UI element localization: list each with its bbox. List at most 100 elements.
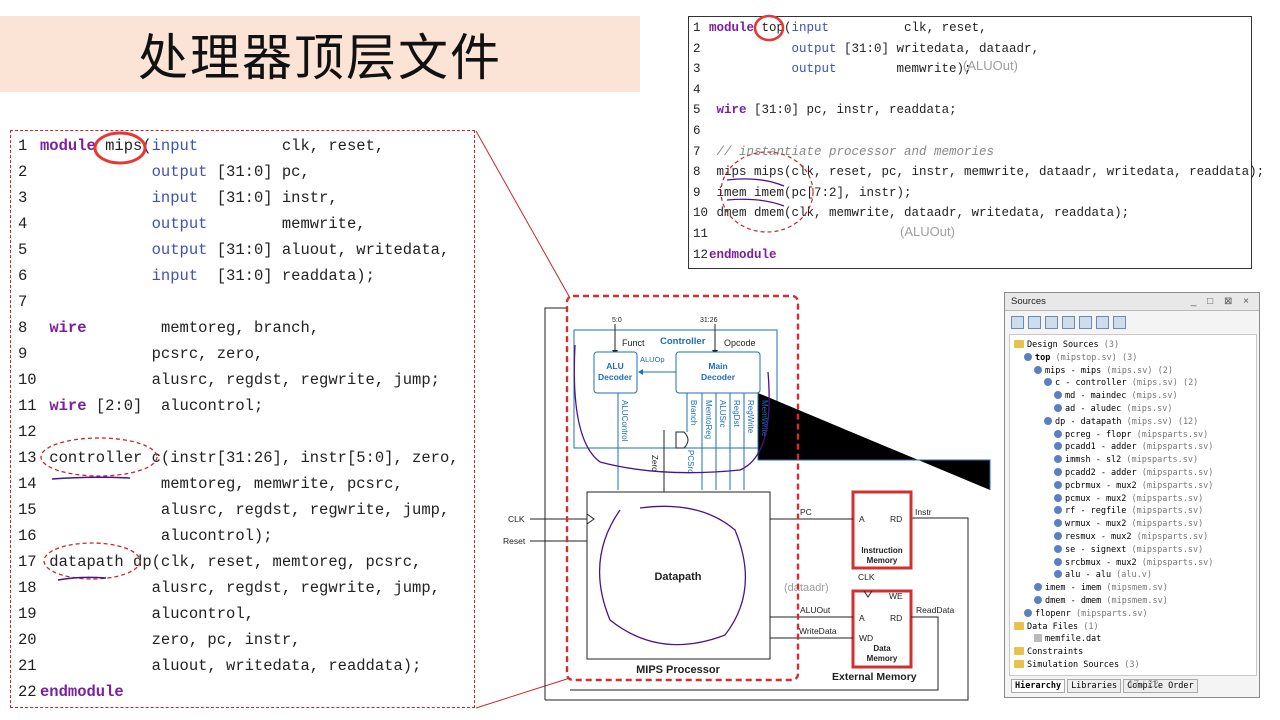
alu-decoder-1: ALU: [606, 361, 623, 371]
tree-item[interactable]: dmem - dmem (mipsmem.sv): [1034, 595, 1168, 608]
module-icon: [1024, 352, 1032, 361]
tree-item-label: srcbmux - mux2: [1065, 557, 1137, 568]
tree-item[interactable]: Design Sources (3): [1014, 339, 1119, 352]
add-sources-icon[interactable]: [1062, 315, 1075, 329]
main-decoder-2: Decoder: [701, 372, 736, 382]
hierarchy-update-icon[interactable]: [1079, 315, 1092, 329]
sig-regwrite: RegWrite: [746, 400, 755, 434]
tree-item-file: (mips.sv): [1126, 391, 1178, 402]
tree-item-label: pcadd1 - adder: [1065, 442, 1137, 453]
tree-item-label: alu - alu: [1065, 570, 1112, 581]
tab-libraries[interactable]: Libraries: [1067, 679, 1122, 693]
module-icon: [1054, 442, 1062, 451]
sig-branch: Branch: [689, 400, 698, 425]
tree-item[interactable]: pcadd2 - adder (mipsparts.sv): [1054, 467, 1213, 480]
zero-label: Zero: [650, 455, 659, 472]
folder-icon: [1014, 660, 1024, 668]
aluop-label: ALUOp: [640, 355, 665, 364]
tree-item[interactable]: pcadd1 - adder (mipsparts.sv): [1054, 441, 1213, 454]
tree-item-label: Simulation Sources: [1027, 660, 1120, 670]
tree-item-label: flopenr: [1035, 608, 1071, 619]
dmem-rd: RD: [890, 613, 902, 623]
module-icon: [1054, 455, 1062, 464]
tree-item-file: (mipsparts.sv): [1126, 493, 1204, 504]
datapath-label: Datapath: [654, 571, 701, 583]
tree-item[interactable]: se - signext (mipsparts.sv): [1054, 544, 1203, 557]
dmem-wd: WD: [859, 633, 873, 643]
tree-item-label: dp - datapath: [1055, 416, 1122, 427]
imem-label-2: Memory: [867, 556, 898, 565]
tree-item[interactable]: srcbmux - mux2 (mipsparts.sv): [1054, 557, 1213, 570]
sig-alucontrol: ALUControl: [620, 400, 629, 442]
tree-item[interactable]: md - maindec (mips.sv): [1054, 390, 1178, 403]
tree-item-file: (mipsparts.sv): [1136, 557, 1214, 568]
tree-item-label: memfile.dat: [1045, 634, 1102, 645]
tree-item[interactable]: flopenr (mipsparts.sv): [1024, 608, 1148, 621]
tree-item[interactable]: rf - regfile (mipsparts.sv): [1054, 505, 1203, 518]
tree-item[interactable]: Constraints: [1014, 646, 1083, 659]
module-icon: [1054, 391, 1062, 400]
expand-all-icon[interactable]: [1045, 315, 1058, 329]
tree-item[interactable]: pcbrmux - mux2 (mipsparts.sv): [1054, 480, 1213, 493]
tree-item-label: resmux - mux2: [1065, 532, 1132, 542]
tree-item[interactable]: Data Files (1): [1014, 621, 1099, 634]
window-controls[interactable]: _ □ ⊠ ×: [1191, 293, 1253, 311]
tree-item-file: (mipsparts.sv): [1136, 480, 1214, 491]
sig-memtoreg: MemtoReg: [704, 400, 713, 439]
tree-item-label: md - maindec: [1065, 391, 1127, 402]
tree-item[interactable]: resmux - mux2 (mipsparts.sv): [1054, 531, 1208, 544]
tree-item[interactable]: pcmux - mux2 (mipsparts.sv): [1054, 493, 1203, 506]
tree-item-file: (mips.sv) (2): [1101, 365, 1173, 376]
properties-icon[interactable]: [1096, 315, 1109, 329]
tree-item-file: (mipsparts.sv): [1131, 532, 1209, 542]
module-icon: [1054, 468, 1062, 476]
search-icon[interactable]: [1011, 315, 1024, 329]
module-icon: [1054, 570, 1062, 579]
sources-toolbar: [1005, 312, 1259, 332]
tree-item-file: (mips.sv) (2): [1126, 378, 1199, 389]
tree-item[interactable]: top (mipstop.sv) (3): [1024, 352, 1137, 365]
tree-item[interactable]: Simulation Sources (3): [1014, 659, 1140, 672]
tree-item[interactable]: alu - alu (alu.v): [1054, 569, 1152, 582]
tree-item[interactable]: imem - imem (mipsmem.sv): [1034, 582, 1168, 595]
clk-label: CLK: [508, 514, 525, 524]
tree-item[interactable]: mips - mips (mips.sv) (2): [1034, 365, 1173, 378]
sig-regdst: RegDst: [732, 400, 741, 427]
module-icon: [1044, 416, 1052, 425]
tree-item[interactable]: ad - aludec (mips.sv): [1054, 403, 1172, 416]
dmem-label-1: Data: [873, 644, 891, 653]
alu-decoder-2: Decoder: [598, 372, 633, 382]
funct-label: Funct: [622, 338, 645, 348]
tree-item-label: Design Sources: [1027, 340, 1099, 350]
tree-item-label: wrmux - mux2: [1065, 519, 1127, 530]
tree-item[interactable]: pcreg - flopr (mipsparts.sv): [1054, 429, 1208, 442]
tree-item[interactable]: wrmux - mux2 (mipsparts.sv): [1054, 518, 1203, 531]
tree-item-file: (mipsmem.sv): [1101, 583, 1168, 594]
module-icon: [1054, 429, 1062, 438]
module-icon: [1054, 557, 1062, 566]
tree-item-file: (mipsmem.sv): [1101, 596, 1168, 606]
tree-item-label: pcmux - mux2: [1065, 493, 1127, 504]
tree-item-file: (mipsparts.sv): [1070, 608, 1148, 619]
module-icon: [1054, 506, 1062, 515]
tree-item-file: (3): [1119, 660, 1140, 670]
tree-item-file: (mipstop.sv) (3): [1050, 352, 1138, 363]
imem-a: A: [859, 514, 865, 524]
instr-label: Instr: [915, 507, 932, 517]
tree-item[interactable]: immsh - sl2 (mipsparts.sv): [1054, 454, 1198, 467]
module-icon: [1044, 378, 1052, 387]
dmem-clk: CLK: [858, 572, 875, 582]
tree-item[interactable]: c - controller (mips.sv) (2): [1044, 377, 1198, 390]
folder-icon: [1014, 621, 1024, 630]
tab-hierarchy[interactable]: Hierarchy: [1011, 679, 1066, 693]
tree-item[interactable]: memfile.dat: [1034, 633, 1101, 646]
tree-item-label: pcreg - flopr: [1065, 429, 1132, 440]
collapse-all-icon[interactable]: [1028, 315, 1041, 329]
module-icon: [1054, 519, 1062, 528]
show-hierarchy-icon[interactable]: [1113, 315, 1126, 329]
reset-label: Reset: [503, 536, 526, 546]
tree-item-label: pcadd2 - adder: [1065, 468, 1137, 478]
tree-item[interactable]: dp - datapath (mips.sv) (12): [1044, 416, 1198, 429]
main-decoder-1: Main: [708, 361, 727, 371]
sources-tabs: Hierarchy Libraries Compile Order: [1011, 679, 1200, 693]
